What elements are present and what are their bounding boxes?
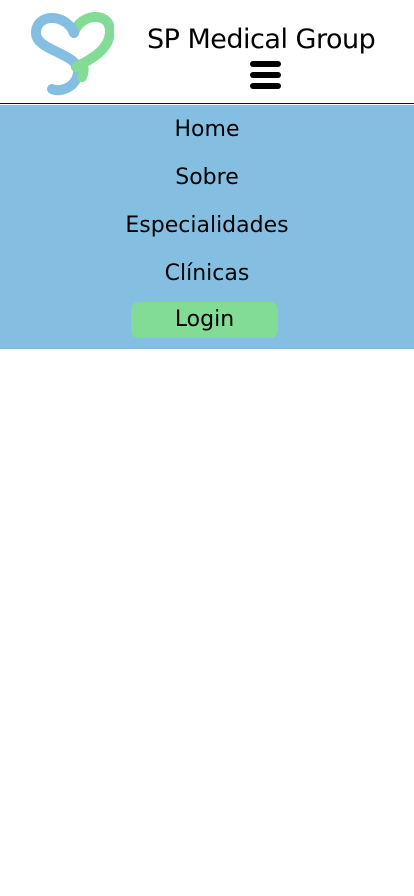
heart-s-logo-icon[interactable] xyxy=(30,7,114,97)
menu-bar xyxy=(250,72,281,78)
hamburger-menu-icon[interactable] xyxy=(250,61,281,90)
nav-item-especialidades[interactable]: Especialidades xyxy=(0,213,414,238)
site-header: SP Medical Group xyxy=(0,0,414,104)
menu-bar xyxy=(250,83,281,89)
nav-menu: Home Sobre Especialidades Clínicas Login xyxy=(0,105,414,349)
nav-item-sobre[interactable]: Sobre xyxy=(0,165,414,190)
nav-item-clinicas[interactable]: Clínicas xyxy=(0,261,414,286)
brand-title: SP Medical Group xyxy=(147,24,376,55)
menu-bar xyxy=(250,61,281,67)
nav-item-home[interactable]: Home xyxy=(0,117,414,142)
login-button[interactable]: Login xyxy=(131,302,278,338)
